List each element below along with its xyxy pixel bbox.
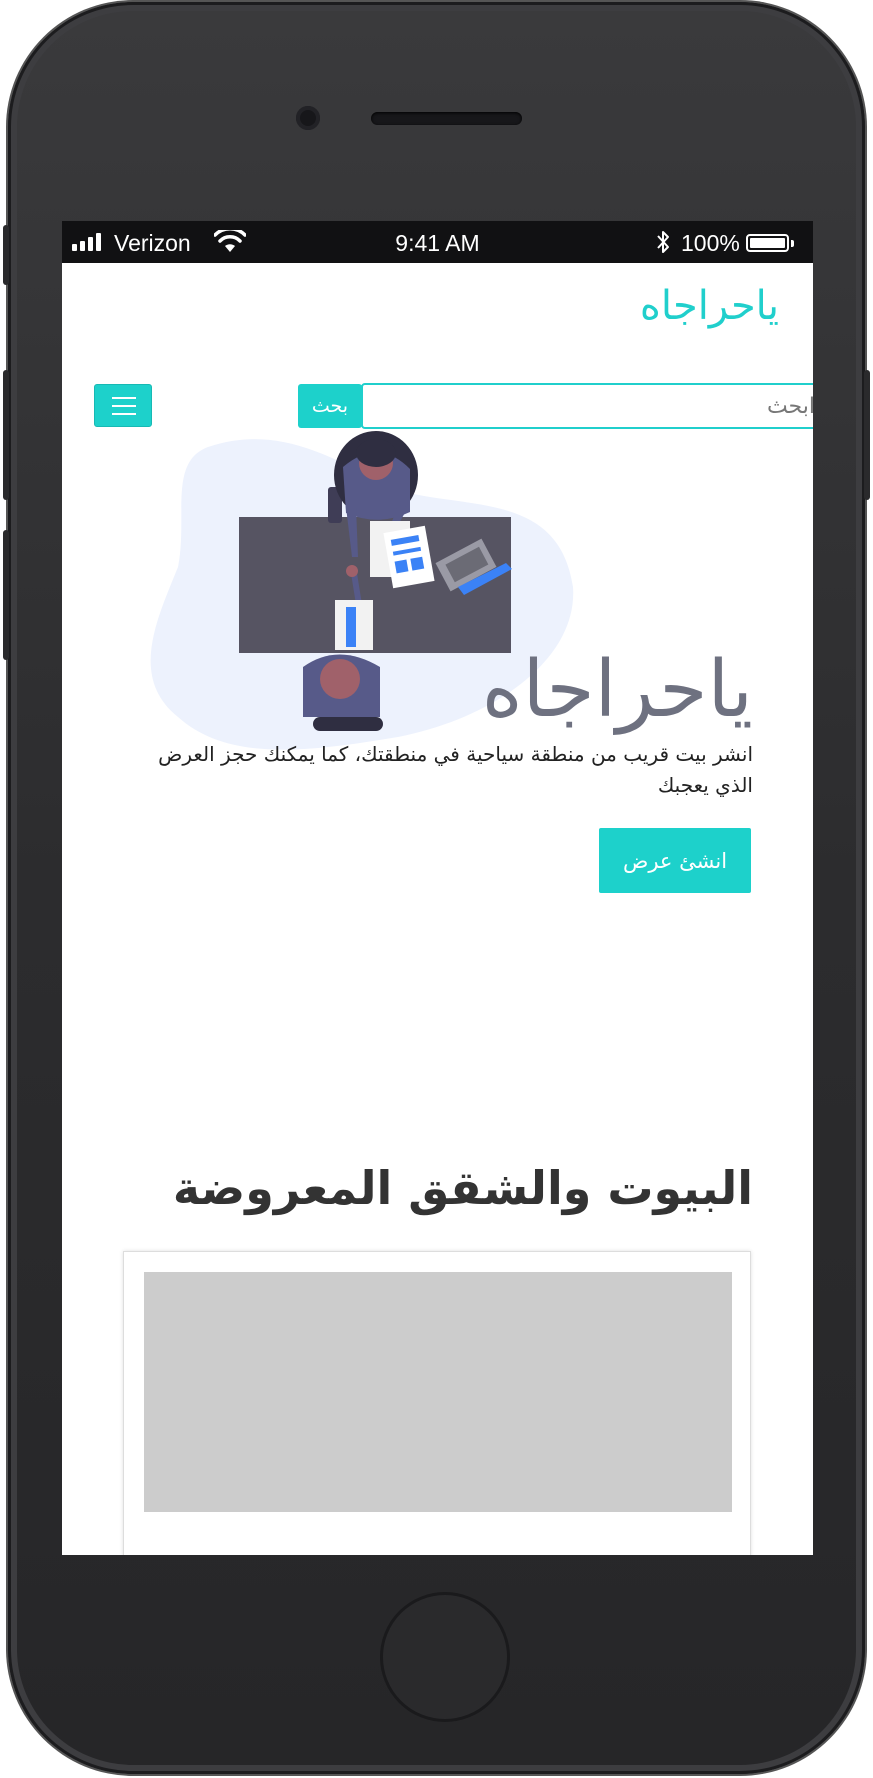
listing-image-placeholder [144,1272,732,1512]
battery-icon [746,234,789,252]
hamburger-icon [112,397,136,399]
app-screen: Verizon 9:41 AM 100% ياحراجاه بحث ابحث ي… [62,221,813,1555]
brand-logo[interactable]: ياحراجاه [640,283,779,329]
earpiece-speaker [371,112,522,125]
home-button[interactable] [380,1592,510,1722]
power-button [864,370,870,500]
hamburger-icon [112,405,136,407]
volume-up-button [3,370,9,500]
hamburger-icon [112,413,136,415]
battery-percentage: 100% [681,230,740,256]
hero-title: ياحراجاه [481,645,753,735]
hero-description: انشر بيت قريب من منطقة سياحية في منطقتك،… [158,742,753,797]
volume-down-button [3,530,9,660]
mute-switch [3,225,9,285]
create-offer-button[interactable]: انشئ عرض [599,828,751,893]
front-camera [296,106,320,130]
listings-section-title: البيوت والشقق المعروضة [172,1161,753,1215]
bluetooth-icon [657,231,669,253]
listing-card[interactable] [123,1251,751,1555]
status-bar: Verizon 9:41 AM 100% [62,221,813,263]
battery-tip [791,240,794,247]
